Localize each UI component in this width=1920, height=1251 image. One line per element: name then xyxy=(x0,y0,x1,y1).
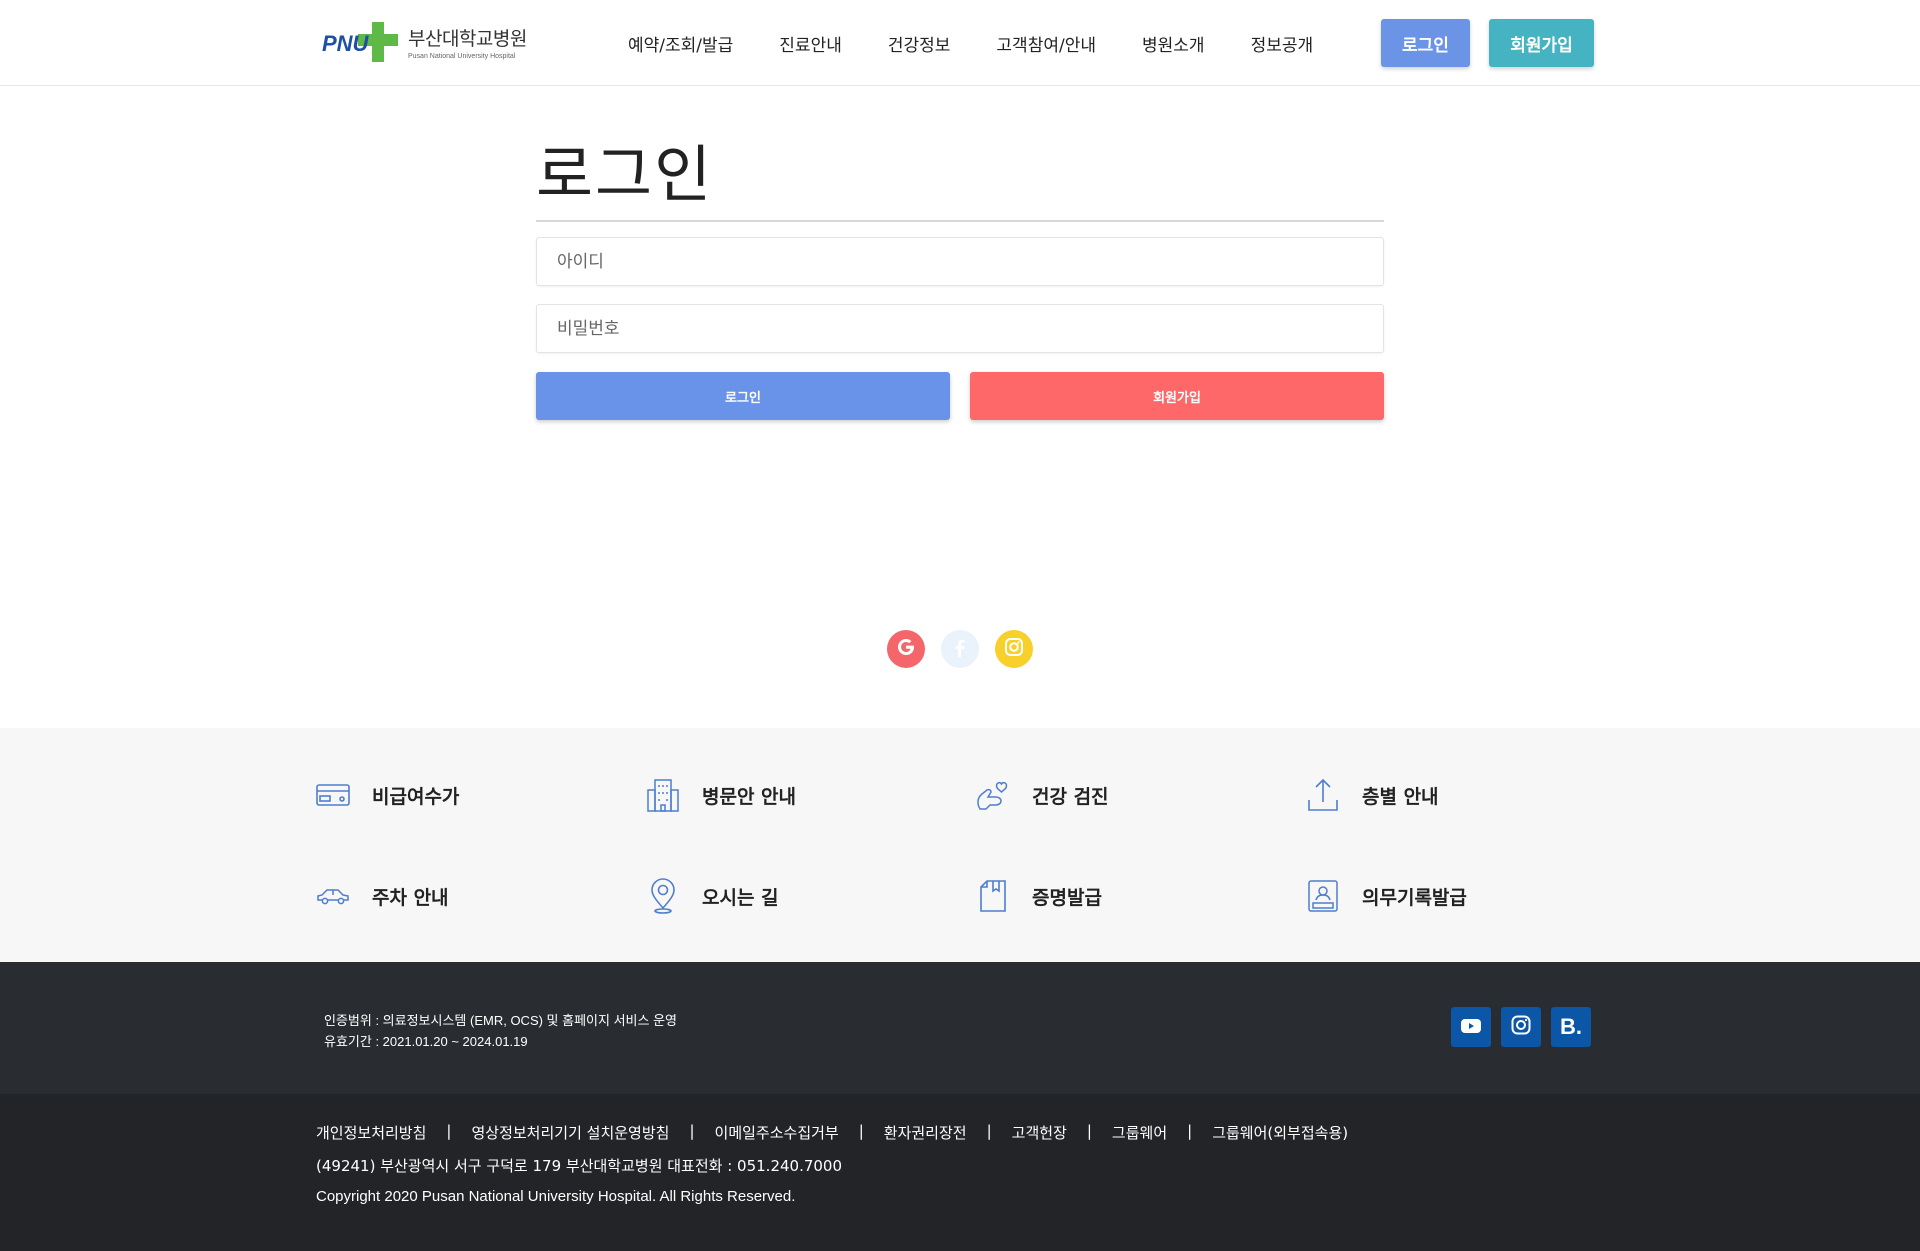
building-icon xyxy=(644,776,682,814)
logo-subtitle: Pusan National University Hospital xyxy=(408,53,516,60)
quick-item-parking[interactable]: 주차 안내 xyxy=(314,877,449,915)
logo-name: 부산대학교병원 xyxy=(408,28,527,50)
footer-link-groupware-external[interactable]: 그룹웨어(외부접속용) xyxy=(1212,1122,1348,1143)
quick-item-checkup[interactable]: 건강 검진 xyxy=(974,776,1109,814)
link-separator: | xyxy=(858,1122,864,1140)
google-icon xyxy=(894,635,918,663)
cert-scope: 인증범위 : 의료정보시스템 (EMR, OCS) 및 홈페이지 서비스 운영 xyxy=(324,1013,677,1028)
card-icon xyxy=(314,776,352,814)
instagram-login-button[interactable] xyxy=(995,630,1033,668)
quick-item-visitation[interactable]: 병문안 안내 xyxy=(644,776,796,814)
map-pin-icon xyxy=(644,877,682,915)
google-login-button[interactable] xyxy=(887,630,925,668)
nav-item-health-info[interactable]: 건강정보 xyxy=(888,31,951,56)
hospital-logo[interactable]: PNU 부산대학교병원 Pusan National University Ho… xyxy=(322,20,527,64)
footer-link-patient-rights[interactable]: 환자권리장전 xyxy=(884,1122,967,1143)
header-login-button[interactable]: 로그인 xyxy=(1381,19,1470,67)
title-divider xyxy=(536,220,1384,222)
site-header: PNU 부산대학교병원 Pusan National University Ho… xyxy=(0,0,1920,86)
facebook-login-button[interactable] xyxy=(941,630,979,668)
quick-item-label: 의무기록발급 xyxy=(1362,886,1467,909)
upload-icon xyxy=(1304,776,1342,814)
login-button[interactable]: 로그인 xyxy=(536,372,950,420)
blog-link[interactable]: B. xyxy=(1551,1007,1591,1047)
instagram-icon xyxy=(1511,1015,1531,1039)
pnu-logo-mark: PNU xyxy=(322,20,400,64)
quick-item-label: 오시는 길 xyxy=(702,886,779,909)
id-card-icon xyxy=(1304,877,1342,915)
quick-item-certificate[interactable]: 증명발급 xyxy=(974,877,1102,915)
footer-link-cctv[interactable]: 영상정보처리기기 설치운영방침 xyxy=(471,1122,669,1143)
link-separator: | xyxy=(986,1122,992,1140)
quick-item-floor-guide[interactable]: 층별 안내 xyxy=(1304,776,1439,814)
quick-item-fees[interactable]: 비급여수가 xyxy=(314,776,459,814)
footer-link-charter[interactable]: 고객헌장 xyxy=(1012,1122,1067,1143)
password-input[interactable] xyxy=(536,304,1384,353)
quick-item-label: 증명발급 xyxy=(1032,886,1102,909)
nav-item-reservation[interactable]: 예약/조회/발급 xyxy=(628,31,733,56)
quick-item-medical-records[interactable]: 의무기록발급 xyxy=(1304,877,1467,915)
nav-item-about[interactable]: 병원소개 xyxy=(1142,31,1205,56)
cert-period: 유효기간 : 2021.01.20 ~ 2024.01.19 xyxy=(324,1034,528,1049)
document-icon xyxy=(974,877,1012,915)
nav-item-treatment[interactable]: 진료안내 xyxy=(779,31,842,56)
footer-link-groupware[interactable]: 그룹웨어 xyxy=(1112,1122,1167,1143)
link-separator: | xyxy=(446,1122,452,1140)
svg-text:PNU: PNU xyxy=(322,31,370,56)
header-join-button[interactable]: 회원가입 xyxy=(1489,19,1594,67)
quick-item-label: 층별 안내 xyxy=(1362,785,1439,808)
link-separator: | xyxy=(689,1122,695,1140)
link-separator: | xyxy=(1187,1122,1193,1140)
footer-top xyxy=(0,962,1920,1094)
heart-hand-icon xyxy=(974,776,1012,814)
footer-link-privacy[interactable]: 개인정보처리방침 xyxy=(316,1122,426,1143)
nav-item-customer[interactable]: 고객참여/안내 xyxy=(996,31,1096,56)
footer-link-email-refusal[interactable]: 이메일주소수집거부 xyxy=(715,1122,839,1143)
youtube-link[interactable] xyxy=(1451,1007,1491,1047)
quick-item-directions[interactable]: 오시는 길 xyxy=(644,877,779,915)
car-icon xyxy=(314,877,352,915)
quick-item-label: 건강 검진 xyxy=(1032,785,1109,808)
quick-item-label: 주차 안내 xyxy=(372,886,449,909)
quick-menu: 비급여수가 병문안 안내 건강 검진 층별 안내 주차 안내 오시는 길 증명발… xyxy=(0,728,1920,962)
main-nav: 예약/조회/발급 진료안내 건강정보 고객참여/안내 병원소개 정보공개 xyxy=(628,0,1359,86)
facebook-icon xyxy=(950,636,970,662)
certification-info: 인증범위 : 의료정보시스템 (EMR, OCS) 및 홈페이지 서비스 운영 … xyxy=(324,1010,677,1052)
footer-bottom xyxy=(0,1094,1920,1251)
footer-copyright: Copyright 2020 Pusan National University… xyxy=(316,1188,796,1205)
youtube-icon xyxy=(1461,1018,1481,1037)
username-input[interactable] xyxy=(536,237,1384,286)
join-button[interactable]: 회원가입 xyxy=(970,372,1384,420)
footer-links: 개인정보처리방침 | 영상정보처리기기 설치운영방침 | 이메일주소수집거부 |… xyxy=(316,1122,1348,1143)
quick-item-label: 비급여수가 xyxy=(372,785,460,808)
instagram-link[interactable] xyxy=(1501,1007,1541,1047)
blog-icon: B. xyxy=(1560,1014,1582,1039)
page-title: 로그인 xyxy=(536,138,714,211)
quick-item-label: 병문안 안내 xyxy=(702,785,797,808)
nav-item-disclosure[interactable]: 정보공개 xyxy=(1251,31,1314,56)
instagram-icon xyxy=(1003,636,1025,662)
link-separator: | xyxy=(1086,1122,1092,1140)
footer-address: (49241) 부산광역시 서구 구덕로 179 부산대학교병원 대표전화 : … xyxy=(316,1157,843,1175)
